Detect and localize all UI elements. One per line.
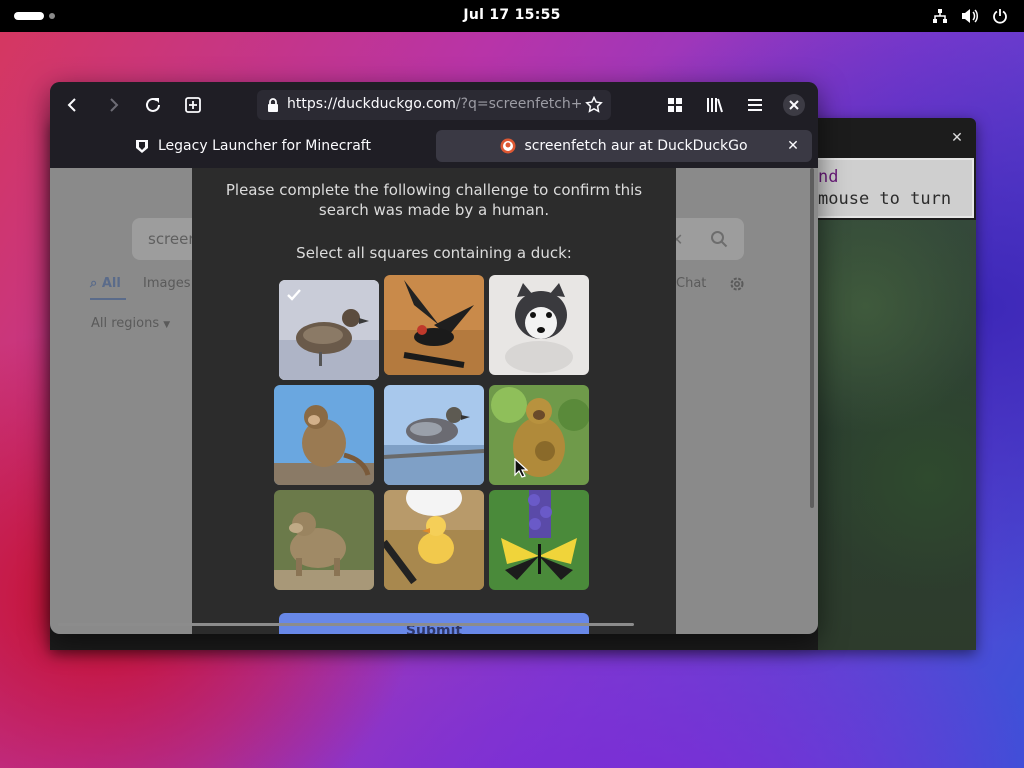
tab-strip: Legacy Launcher for Minecraft screenfetc… [50, 128, 818, 168]
tab-images[interactable]: Images [143, 276, 191, 291]
tab-label: screenfetch aur at DuckDuckGo [524, 138, 748, 154]
library-icon [707, 98, 723, 113]
captcha-tile-butterfly[interactable] [489, 490, 589, 590]
captcha-instruction: Select all squares containing a duck: [296, 244, 572, 262]
captcha-heading-line: search was made by a human. [318, 201, 550, 219]
reload-button[interactable] [141, 93, 165, 117]
close-tab-icon[interactable]: ✕ [784, 137, 802, 155]
checkmark-icon [286, 287, 302, 303]
captcha-heading-line: Please complete the following challenge … [225, 181, 643, 199]
page-content: screen ✕ ⌕ All Images Chat All regions ▼… [50, 168, 818, 634]
network-icon[interactable] [930, 6, 950, 26]
gear-icon[interactable] [728, 275, 746, 297]
url-text[interactable]: https://duckduckgo.com/?q=screenfetch+au… [287, 96, 583, 112]
menu-button[interactable] [743, 93, 767, 117]
search-icon[interactable] [710, 230, 728, 252]
close-icon[interactable]: ✕ [947, 128, 967, 148]
captcha-tile-duck[interactable] [279, 280, 379, 380]
tab-legacy-launcher[interactable]: Legacy Launcher for Minecraft [134, 130, 371, 162]
duckling-image [384, 490, 484, 590]
duck-image [384, 385, 484, 485]
back-button[interactable] [61, 93, 85, 117]
region-label: All regions [91, 316, 160, 331]
grid-icon [668, 98, 682, 112]
captcha-grid [274, 275, 591, 592]
browser-window[interactable]: https://duckduckgo.com/?q=screenfetch+au… [50, 82, 818, 634]
grid-button[interactable] [663, 93, 687, 117]
tab-all-label: All [101, 276, 121, 291]
minecraft-text-line: mouse to turn [818, 189, 952, 209]
power-icon[interactable] [990, 6, 1010, 26]
region-selector[interactable]: All regions ▼ [91, 316, 170, 331]
new-tab-button[interactable] [181, 93, 205, 117]
horizontal-scrollbar[interactable] [58, 623, 634, 626]
forward-icon [110, 98, 119, 112]
url-path: /?q=screenfetch+aur+ [455, 96, 583, 112]
menu-icon [748, 99, 762, 111]
husky-image [489, 275, 589, 375]
captcha-tile-monkey[interactable] [274, 385, 374, 485]
baboon-image [274, 490, 374, 590]
captcha-tile-husky[interactable] [489, 275, 589, 375]
clock[interactable]: Jul 17 15:55 [0, 7, 1024, 23]
reload-icon [146, 97, 160, 112]
captcha-tile-baboon[interactable] [274, 490, 374, 590]
captcha-modal: Please complete the following challenge … [192, 168, 676, 634]
active-tab-indicator [90, 298, 126, 300]
shield-icon [134, 138, 150, 154]
duckduckgo-icon [500, 138, 516, 154]
chevron-down-icon: ▼ [163, 320, 171, 330]
tab-duckduckgo[interactable]: screenfetch aur at DuckDuckGo ✕ [436, 130, 812, 162]
tab-chat[interactable]: Chat [676, 276, 706, 291]
minecraft-text-line: nd [818, 167, 839, 187]
system-tray[interactable] [930, 6, 1010, 26]
volume-icon[interactable] [960, 6, 980, 26]
captcha-tile-duck-2[interactable] [384, 385, 484, 485]
new-tab-icon [185, 97, 201, 113]
monkey-image [274, 385, 374, 485]
captcha-tile-duckling[interactable] [384, 490, 484, 590]
library-button[interactable] [703, 93, 727, 117]
monkey-image [489, 385, 589, 485]
browser-toolbar: https://duckduckgo.com/?q=screenfetch+au… [50, 82, 818, 128]
url-bar[interactable]: https://duckduckgo.com/?q=screenfetch+au… [257, 90, 611, 120]
bird-image [384, 275, 484, 375]
minecraft-tutorial-box: nd mouse to turn [810, 158, 974, 218]
captcha-heading: Please complete the following challenge … [192, 180, 676, 220]
tab-all[interactable]: ⌕ All [90, 276, 121, 291]
back-icon [67, 98, 76, 112]
search-value: screen [148, 230, 198, 248]
top-bar: Jul 17 15:55 [0, 0, 1024, 32]
lock-icon[interactable] [266, 97, 280, 117]
url-host: https://duckduckgo.com [287, 96, 456, 112]
close-window-button[interactable] [783, 94, 805, 116]
captcha-tile-monkey-baby[interactable] [489, 385, 589, 485]
mouse-cursor [514, 457, 529, 482]
captcha-tile-bird[interactable] [384, 275, 484, 375]
vertical-scrollbar[interactable] [810, 168, 814, 508]
close-icon [789, 100, 799, 110]
forward-button[interactable] [101, 93, 125, 117]
minecraft-scene [818, 220, 976, 650]
bookmark-star-icon[interactable] [585, 95, 603, 118]
tab-label: Legacy Launcher for Minecraft [158, 138, 371, 154]
butterfly-image [489, 490, 589, 590]
